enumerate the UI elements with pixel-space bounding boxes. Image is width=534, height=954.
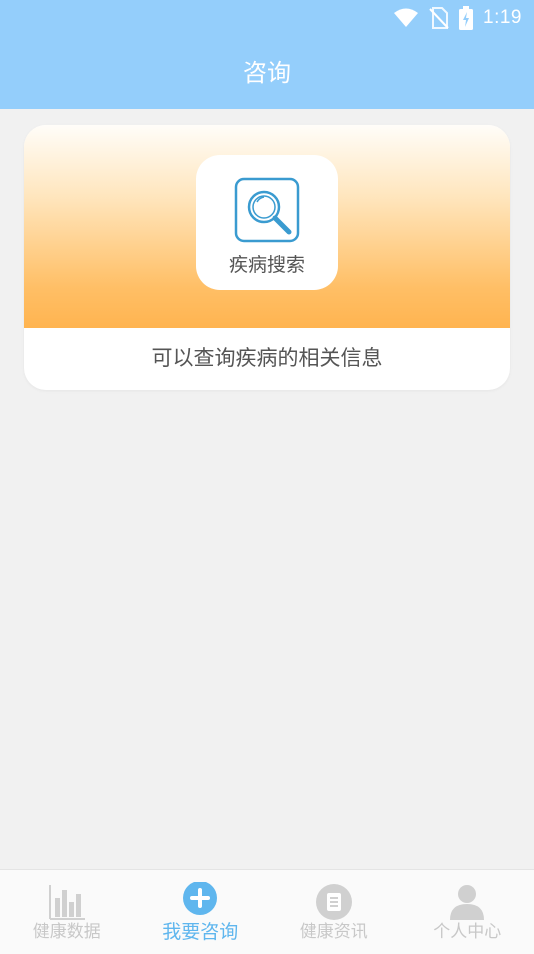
tab-label: 健康数据 bbox=[32, 922, 101, 942]
tab-profile[interactable]: 个人中心 bbox=[401, 870, 534, 954]
card-banner: 疾病搜索 bbox=[24, 125, 510, 328]
page-title: 咨询 bbox=[243, 59, 291, 87]
person-icon bbox=[447, 882, 487, 922]
search-icon bbox=[234, 177, 300, 243]
wifi-icon bbox=[394, 8, 419, 27]
tab-label: 我要咨询 bbox=[162, 921, 239, 943]
status-time: 1:19 bbox=[483, 7, 522, 28]
status-icons: 1:19 bbox=[393, 5, 522, 31]
bar-chart-icon bbox=[47, 882, 87, 922]
card-description: 可以查询疾病的相关信息 bbox=[151, 346, 383, 370]
no-sim-icon bbox=[429, 7, 449, 29]
tab-health-news[interactable]: 健康资讯 bbox=[267, 870, 401, 954]
tab-health-data[interactable]: 健康数据 bbox=[0, 870, 134, 954]
bottom-tab-bar: 健康数据 我要咨询 健康资讯 个人中心 bbox=[0, 869, 534, 954]
tab-label: 健康资讯 bbox=[299, 922, 368, 942]
status-bar: 1:19 bbox=[0, 0, 534, 36]
tab-label: 个人中心 bbox=[433, 922, 502, 942]
news-icon bbox=[314, 882, 354, 922]
disease-search-label: 疾病搜索 bbox=[228, 254, 305, 276]
plus-circle-icon bbox=[180, 881, 220, 922]
disease-search-button[interactable]: 疾病搜索 bbox=[196, 155, 338, 290]
battery-charging-icon bbox=[459, 6, 474, 30]
tab-consult[interactable]: 我要咨询 bbox=[134, 870, 268, 954]
disease-search-card[interactable]: 疾病搜索 可以查询疾病的相关信息 bbox=[24, 125, 510, 390]
app-header: 1:19 咨询 bbox=[0, 0, 534, 109]
